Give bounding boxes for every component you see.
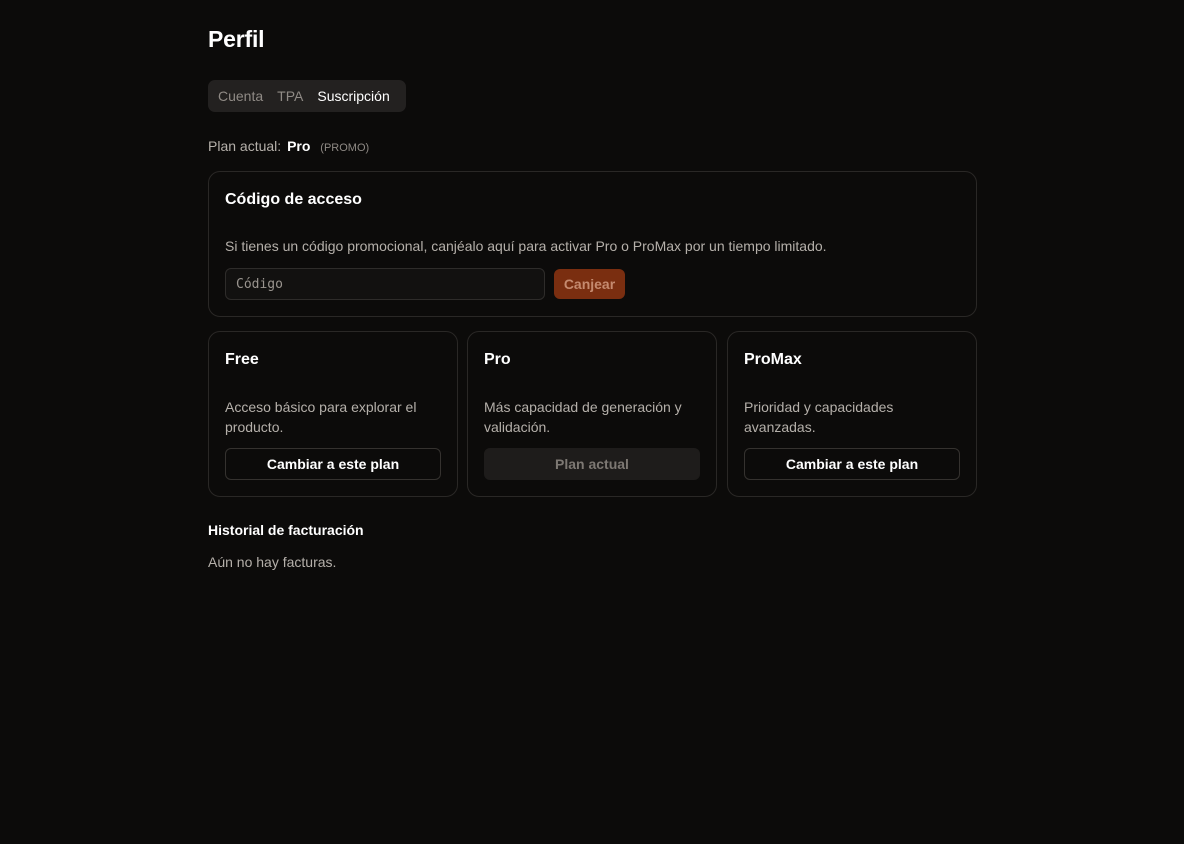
- access-code-description: Si tienes un código promocional, canjéal…: [225, 238, 827, 254]
- billing-history-title: Historial de facturación: [208, 522, 364, 538]
- plan-card-free: Free Acceso básico para explorar el prod…: [208, 331, 458, 497]
- current-plan-prefix: Plan actual:: [208, 138, 282, 154]
- billing-empty-message: Aún no hay facturas.: [208, 554, 337, 570]
- current-plan-name: Pro: [287, 138, 311, 154]
- tab-suscripcion[interactable]: Suscripción: [317, 88, 389, 104]
- current-plan-line: Plan actual: Pro (PROMO): [208, 138, 369, 154]
- plan-description: Más capacidad de generación y validación…: [484, 399, 682, 435]
- profile-tabs: Cuenta TPA Suscripción: [208, 80, 406, 112]
- plan-name: ProMax: [744, 351, 802, 368]
- access-code-card: Código de acceso Si tienes un código pro…: [208, 171, 977, 317]
- plan-card-pro: Pro Más capacidad de generación y valida…: [467, 331, 717, 497]
- access-code-input[interactable]: [225, 268, 545, 300]
- switch-plan-button-free[interactable]: Cambiar a este plan: [225, 448, 441, 480]
- plan-name: Pro: [484, 351, 511, 368]
- current-plan-button: Plan actual: [484, 448, 700, 480]
- tab-cuenta[interactable]: Cuenta: [218, 88, 263, 104]
- plan-card-promax: ProMax Prioridad y capacidades avanzadas…: [727, 331, 977, 497]
- plan-description: Acceso básico para explorar el producto.: [225, 399, 417, 435]
- plan-name: Free: [225, 351, 259, 368]
- plan-description: Prioridad y capacidades avanzadas.: [744, 399, 894, 435]
- tab-tpa[interactable]: TPA: [277, 88, 303, 104]
- page-title: Perfil: [208, 26, 265, 52]
- current-plan-tag: (PROMO): [320, 142, 370, 154]
- redeem-button[interactable]: Canjear: [554, 269, 625, 299]
- switch-plan-button-promax[interactable]: Cambiar a este plan: [744, 448, 960, 480]
- access-code-title: Código de acceso: [225, 191, 362, 208]
